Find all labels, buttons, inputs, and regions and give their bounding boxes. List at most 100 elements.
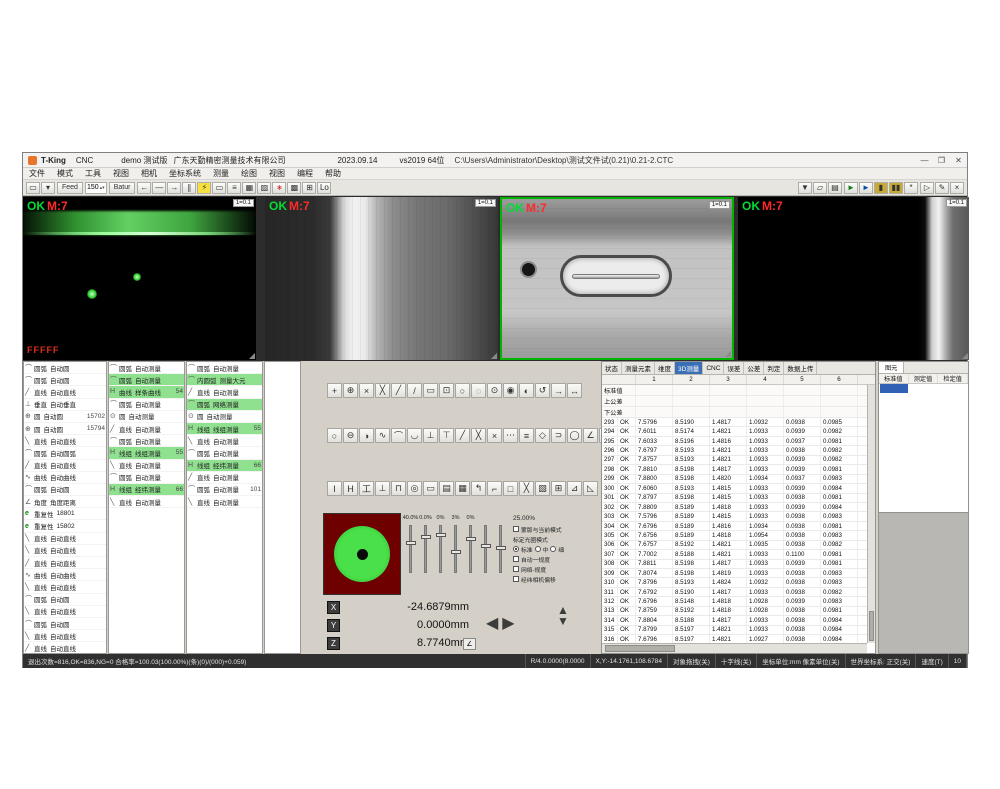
focus-point-tool[interactable]: ⊕: [343, 383, 358, 398]
plane-tool[interactable]: ▭: [423, 383, 438, 398]
diamond-tool[interactable]: ◇: [535, 428, 550, 443]
results-tab-1[interactable]: 状态: [602, 362, 622, 374]
wave-tool[interactable]: ∿: [375, 428, 390, 443]
result-row[interactable]: 294OK7.60118.51741.48211.09330.09390.098…: [602, 427, 867, 436]
chip-icon[interactable]: ▩: [287, 182, 301, 194]
slider-thumb[interactable]: [406, 541, 416, 545]
wedge-tool[interactable]: ◺: [583, 481, 598, 496]
selected-cell[interactable]: [880, 384, 908, 393]
return-tool[interactable]: ↰: [471, 481, 486, 496]
grid-tool[interactable]: ▦: [455, 481, 470, 496]
lightning-icon[interactable]: ⚡: [197, 182, 211, 194]
concentric-tool[interactable]: ⊙: [487, 383, 502, 398]
red-star-icon[interactable]: ∗: [272, 182, 286, 194]
light-slider-1[interactable]: 40.0%: [403, 515, 418, 573]
rows-icon[interactable]: ≡: [227, 182, 241, 194]
option-line[interactable]: 蒙版与当前模式: [513, 524, 597, 534]
result-row[interactable]: 306OK7.67578.51921.48211.09350.09380.098…: [602, 541, 867, 550]
light-slider-7[interactable]: [493, 515, 508, 573]
result-row[interactable]: 310OK7.87968.51931.48241.09320.09380.098…: [602, 578, 867, 587]
x-tool[interactable]: ×: [487, 428, 502, 443]
pencil-icon[interactable]: ✎: [935, 182, 949, 194]
menu-item-5[interactable]: 相机: [135, 168, 163, 179]
measure-list-item[interactable]: ⌒圆弧自动圆: [24, 618, 106, 630]
dash-icon[interactable]: —: [152, 182, 166, 194]
measure-list-item[interactable]: ⊕圆自动圆15702: [24, 411, 106, 423]
grid-icon[interactable]: ▦: [242, 182, 256, 194]
dots-tool[interactable]: ⋯: [503, 428, 518, 443]
measure-list-item[interactable]: ∿曲线自动曲线: [24, 569, 106, 581]
slider-thumb[interactable]: [481, 544, 491, 548]
label-icon[interactable]: Lo: [317, 182, 331, 194]
ray-tool[interactable]: /: [407, 383, 422, 398]
measure-list-item[interactable]: ╲直线自动测量: [187, 435, 262, 447]
bracket-tool[interactable]: ⊓: [391, 481, 406, 496]
triangle-tool[interactable]: ⊿: [567, 481, 582, 496]
menu-item-6[interactable]: 坐标系统: [163, 168, 207, 179]
measure-list-item[interactable]: ╲直线自动直线: [24, 435, 106, 447]
results-tab-2[interactable]: 测量元素: [622, 362, 655, 374]
light-slider-3[interactable]: 0%: [433, 515, 448, 573]
measure-list-item[interactable]: ⌒圆弧自动圆: [24, 374, 106, 386]
play-icon[interactable]: ►: [844, 182, 858, 194]
measure-list-item[interactable]: ⌒圆弧自动测量: [109, 374, 184, 386]
slider-thumb[interactable]: [421, 535, 431, 539]
maximize-button[interactable]: ❐: [933, 154, 950, 167]
menu-item-1[interactable]: 文件: [23, 168, 51, 179]
measure-list-item[interactable]: ⌒圆弧自动圆: [24, 362, 106, 374]
ibeam-tool[interactable]: I: [327, 481, 342, 496]
parallel-tool[interactable]: ≡: [519, 428, 534, 443]
jog-left-right-icon[interactable]: ◀▶: [486, 613, 519, 633]
dropdown-arrow-icon[interactable]: ▾: [41, 182, 55, 194]
ring-tool[interactable]: ◎: [407, 481, 422, 496]
measure-list-item[interactable]: ⌒圆弧自动测量: [187, 447, 262, 459]
move-tool[interactable]: ↔: [567, 383, 582, 398]
light-slider-6[interactable]: [478, 515, 493, 573]
measure-list-item[interactable]: ╱直线自动直线: [24, 386, 106, 398]
result-row[interactable]: 304OK7.67968.51891.48161.09340.09380.098…: [602, 522, 867, 531]
measure-list-item[interactable]: ⌒内圆弧测量大元: [187, 374, 262, 386]
measure-list-item[interactable]: ╱直线自动测量: [109, 423, 184, 435]
resize-grip-icon[interactable]: ◢: [725, 350, 731, 358]
horizontal-scrollbar[interactable]: [602, 643, 867, 653]
measure-list-item[interactable]: ╲直线自动测量: [109, 496, 184, 508]
point-tool[interactable]: +: [327, 383, 342, 398]
results-tab-4[interactable]: 3D测量: [675, 362, 703, 374]
result-row[interactable]: 297OK7.87578.51931.48211.09330.09390.098…: [602, 456, 867, 465]
plus-grid-tool[interactable]: ⊞: [551, 481, 566, 496]
jog-down-icon[interactable]: ▼: [557, 616, 569, 627]
result-row[interactable]: 296OK7.67978.51931.48211.09330.09380.098…: [602, 446, 867, 455]
resize-grip-icon[interactable]: ◢: [962, 352, 968, 360]
result-row[interactable]: 295OK7.60338.51961.48161.09330.09370.098…: [602, 437, 867, 446]
beam-tool[interactable]: 工: [359, 481, 374, 496]
result-row[interactable]: 307OK7.70028.51881.48211.09330.11000.098…: [602, 550, 867, 559]
camera-target-preview[interactable]: [323, 513, 401, 595]
measure-list-item[interactable]: e重复性18801: [24, 508, 106, 520]
results-tab-9[interactable]: 数据上传: [784, 362, 817, 374]
layout-icon[interactable]: ▤: [828, 182, 842, 194]
measure-list-item[interactable]: ⌒圆弧自动测量: [109, 472, 184, 484]
jog-up-down-icon[interactable]: ▲▼: [557, 605, 569, 627]
option-line[interactable]: 网络-规度: [513, 564, 597, 574]
result-row[interactable]: 312OK7.67968.51481.48181.09280.09390.098…: [602, 597, 867, 606]
measure-list-item[interactable]: H线组线组测量55: [187, 423, 262, 435]
camera-view-3-selected[interactable]: OKM:7 1=0.1 ◢: [500, 197, 734, 360]
resize-grip-icon[interactable]: ◢: [249, 352, 255, 360]
results-tab-8[interactable]: 判定: [764, 362, 784, 374]
target-circle-tool[interactable]: ◉: [503, 383, 518, 398]
measure-list-item[interactable]: H线组经纬测量66: [187, 460, 262, 472]
measure-list-item[interactable]: ⌒圆弧网络测量: [187, 399, 262, 411]
measure-list-item[interactable]: e重复性15802: [24, 520, 106, 532]
measure-list-item[interactable]: ╲直线自动直线: [24, 581, 106, 593]
result-row[interactable]: 303OK7.57968.51891.48151.09330.09380.098…: [602, 512, 867, 521]
angle-mode-button[interactable]: ∠: [463, 638, 476, 650]
result-row[interactable]: 305OK7.67568.51891.48181.09540.09380.098…: [602, 531, 867, 540]
measure-list-item[interactable]: ╱直线自动直线: [24, 642, 106, 654]
arrow-tool[interactable]: →: [551, 383, 566, 398]
result-row[interactable]: 316OK7.67968.51971.48211.09270.09380.098…: [602, 635, 867, 643]
corner-tool[interactable]: ⌐: [487, 481, 502, 496]
measure-list-item[interactable]: ⊙圆自动测量: [109, 411, 184, 423]
feed-button[interactable]: Feed: [57, 182, 83, 194]
measure-list-item[interactable]: ╲直线自动直线: [24, 533, 106, 545]
measure-list-item[interactable]: ⌒圆弧自动圆弧: [24, 447, 106, 459]
